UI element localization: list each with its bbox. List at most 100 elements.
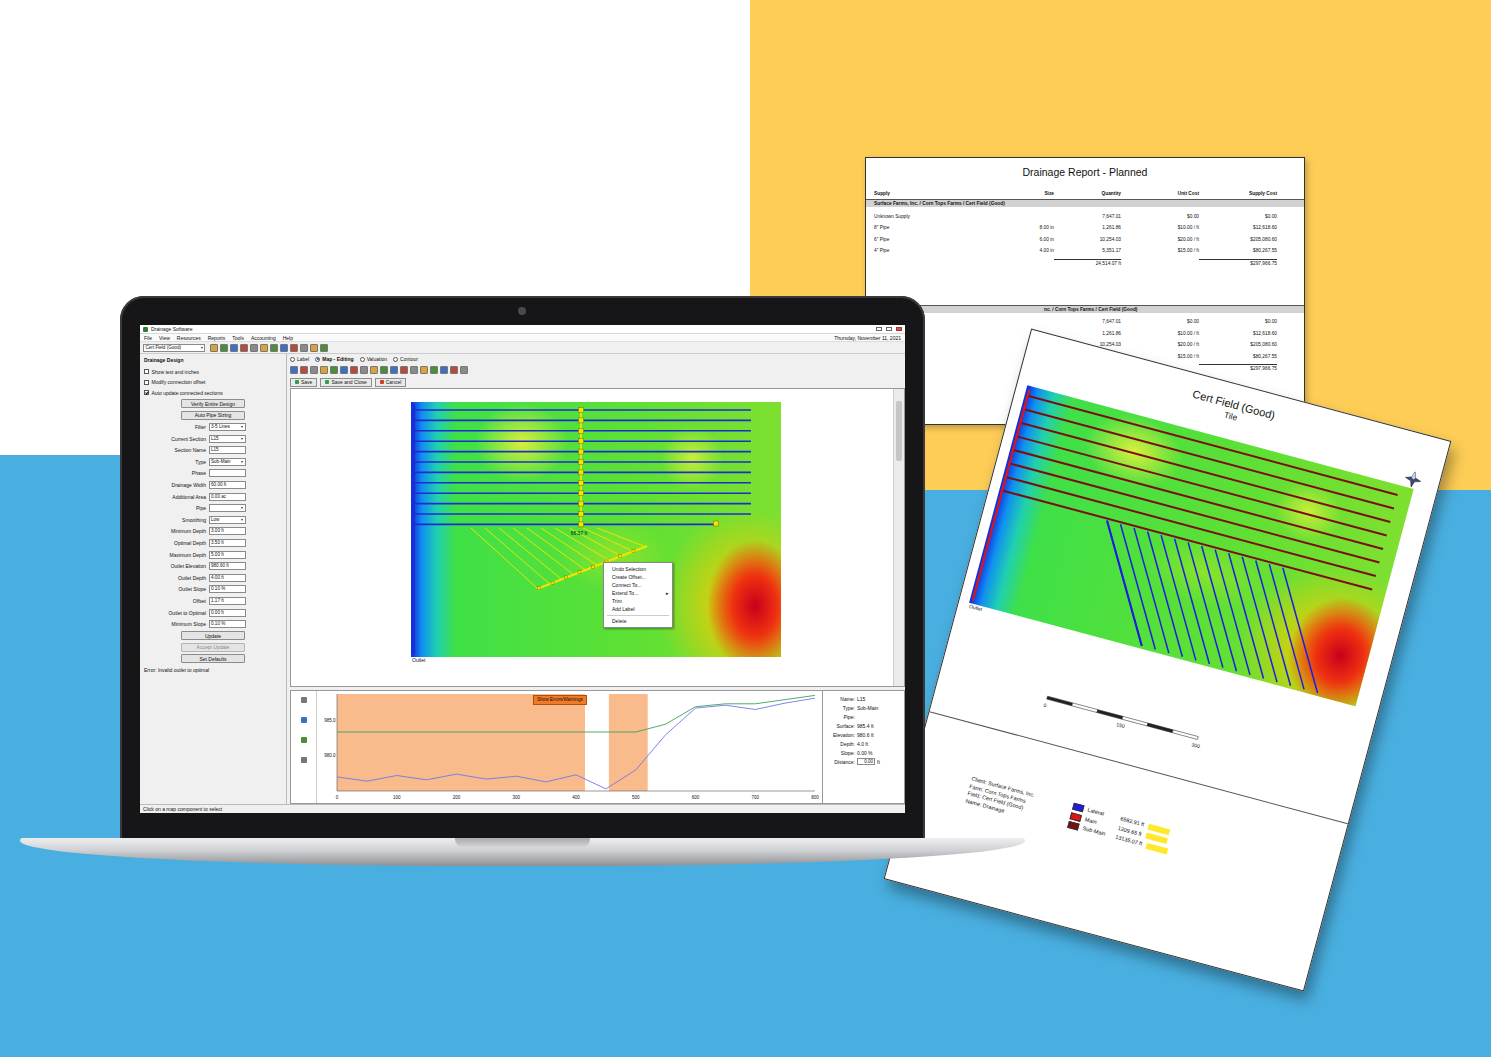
menu-item[interactable]: File — [144, 335, 152, 341]
tool-icon[interactable] — [410, 366, 418, 374]
field-input[interactable]: 3.50 ft — [209, 539, 246, 547]
menu-item[interactable]: Help — [283, 335, 293, 341]
tool-icon[interactable] — [260, 344, 268, 352]
context-menu-item[interactable]: Undo Selection — [604, 565, 672, 573]
tool-icon[interactable] — [290, 344, 298, 352]
tool-icon[interactable] — [300, 366, 308, 374]
field-select[interactable]: Cert Field (Good) — [143, 344, 205, 352]
menu-item[interactable]: View — [159, 335, 170, 341]
field-input[interactable]: 980.60 ft — [209, 562, 246, 570]
view-tab[interactable]: Map - Editing — [315, 356, 353, 362]
context-menu-item[interactable]: Delete — [604, 617, 672, 625]
tool-icon[interactable] — [290, 366, 298, 374]
tool-icon[interactable] — [330, 366, 338, 374]
tool-icon[interactable] — [320, 366, 328, 374]
action-button[interactable]: Save — [290, 378, 317, 387]
close-icon[interactable] — [896, 327, 902, 331]
checkbox[interactable] — [144, 369, 149, 374]
tool-icon[interactable] — [360, 366, 368, 374]
context-menu-item[interactable]: Create Offset... — [604, 573, 672, 581]
tool-icon[interactable] — [270, 344, 278, 352]
tool-icon[interactable] — [210, 344, 218, 352]
view-tab[interactable]: Contour — [393, 356, 418, 362]
field-label: Additional Area — [144, 494, 206, 500]
scroll-thumb[interactable] — [896, 401, 902, 461]
checkbox[interactable] — [144, 380, 149, 385]
tool-icon[interactable] — [320, 344, 328, 352]
tool-icon[interactable] — [400, 366, 408, 374]
panel-button[interactable]: Update — [181, 631, 245, 640]
scrollbar[interactable] — [893, 389, 904, 686]
tool-icon[interactable] — [280, 344, 288, 352]
tool-icon[interactable] — [310, 366, 318, 374]
view-tab[interactable]: Label — [290, 356, 309, 362]
tool-icon[interactable] — [450, 366, 458, 374]
field-input[interactable]: 0.10 % — [209, 585, 246, 593]
view-tab[interactable]: Valuation — [360, 356, 387, 362]
tool-icon[interactable] — [460, 366, 468, 374]
field-input[interactable]: 0.00 ft — [209, 609, 246, 617]
tool-icon[interactable] — [240, 344, 248, 352]
action-button[interactable]: Save and Close — [320, 378, 371, 387]
field-select[interactable]: Low — [209, 516, 246, 524]
radio-button[interactable] — [360, 357, 365, 362]
tool-icon[interactable] — [250, 344, 258, 352]
button-label: Cancel — [386, 379, 402, 385]
distance-input[interactable]: 0.00 — [857, 758, 875, 765]
checkbox[interactable] — [144, 390, 149, 395]
menu-item[interactable]: Accounting — [251, 335, 276, 341]
status-bar: Click on a map component to select — [140, 804, 905, 813]
panel-button[interactable]: Set Defaults — [181, 654, 245, 663]
field-select[interactable]: Sub-Main — [209, 458, 246, 466]
panel-button[interactable]: Verify Entire Design — [181, 399, 245, 408]
errors-button[interactable]: Show Errors/Warnings — [533, 695, 587, 705]
field-select[interactable] — [209, 504, 246, 512]
field-input[interactable]: L15 — [209, 446, 246, 454]
context-menu-item[interactable]: Connect To... — [604, 581, 672, 589]
menu-item[interactable]: Resources — [177, 335, 201, 341]
field-input[interactable]: 4.00 ft — [209, 574, 246, 582]
tool-icon[interactable] — [420, 366, 428, 374]
field-select[interactable]: L15 — [209, 435, 246, 443]
field-input[interactable]: 1.17 ft — [209, 597, 246, 605]
field-label: Phase — [144, 470, 206, 476]
menu-item[interactable]: Tools — [232, 335, 244, 341]
field-input[interactable]: 3.00 ft — [209, 527, 246, 535]
field-input[interactable] — [209, 469, 246, 477]
dropdown-icon — [201, 347, 203, 349]
radio-button[interactable] — [290, 357, 295, 362]
field-input[interactable]: 60.00 ft — [209, 481, 246, 489]
tool-icon[interactable] — [310, 344, 318, 352]
field-input[interactable]: 0.10 % — [209, 620, 246, 628]
tool-icon[interactable] — [430, 366, 438, 374]
menu-item[interactable]: Reports — [208, 335, 226, 341]
tool-icon[interactable] — [230, 344, 238, 352]
tool-icon[interactable] — [440, 366, 448, 374]
context-menu-item[interactable]: Extend To...▸ — [604, 589, 672, 597]
field-row: Section NameL15 — [144, 446, 282, 455]
context-menu-item[interactable]: Trim — [604, 597, 672, 605]
tool-icon[interactable] — [220, 344, 228, 352]
maximize-icon[interactable] — [886, 327, 892, 331]
radio-button[interactable] — [315, 357, 320, 362]
tool-icon[interactable] — [390, 366, 398, 374]
field-input[interactable]: 5.00 ft — [209, 551, 246, 559]
profile-tool-icon[interactable] — [301, 737, 307, 743]
radio-button[interactable] — [393, 357, 398, 362]
minimize-icon[interactable] — [876, 327, 882, 331]
field-select[interactable]: 3-5 Lines — [209, 423, 246, 431]
field-input[interactable]: 0.00 ac — [209, 493, 246, 501]
map-canvas[interactable]: 66.37 ftOutletUndo SelectionCreate Offse… — [291, 389, 893, 686]
profile-tool-icon[interactable] — [301, 757, 307, 763]
tool-icon[interactable] — [350, 366, 358, 374]
context-menu-item[interactable]: Add Label — [604, 605, 672, 613]
action-button[interactable]: Cancel — [375, 378, 407, 387]
elevation-map[interactable]: 66.37 ft — [411, 402, 781, 657]
tool-icon[interactable] — [380, 366, 388, 374]
profile-tool-icon[interactable] — [301, 697, 307, 703]
tool-icon[interactable] — [340, 366, 348, 374]
tool-icon[interactable] — [300, 344, 308, 352]
tool-icon[interactable] — [370, 366, 378, 374]
profile-tool-icon[interactable] — [301, 717, 307, 723]
panel-button[interactable]: Auto Pipe Sizing — [181, 411, 245, 420]
